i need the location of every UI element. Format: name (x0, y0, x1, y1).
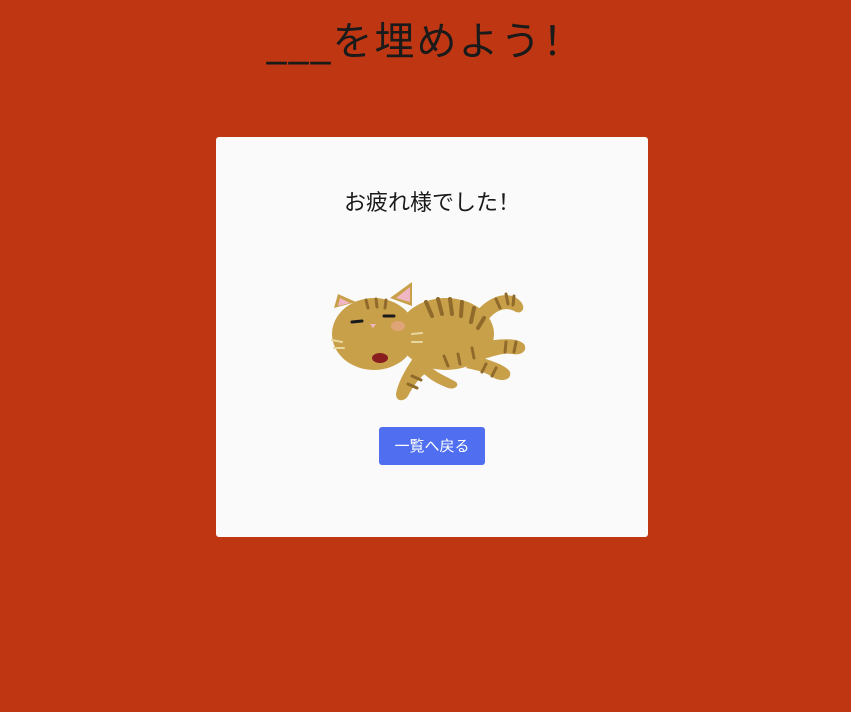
completion-message: お疲れ様でした！ (343, 191, 520, 216)
page-title: ___を埋めよう！ (266, 19, 585, 65)
tired-cat-illustration (331, 282, 526, 401)
back-to-list-button[interactable]: 一覧へ戻る (379, 427, 485, 465)
